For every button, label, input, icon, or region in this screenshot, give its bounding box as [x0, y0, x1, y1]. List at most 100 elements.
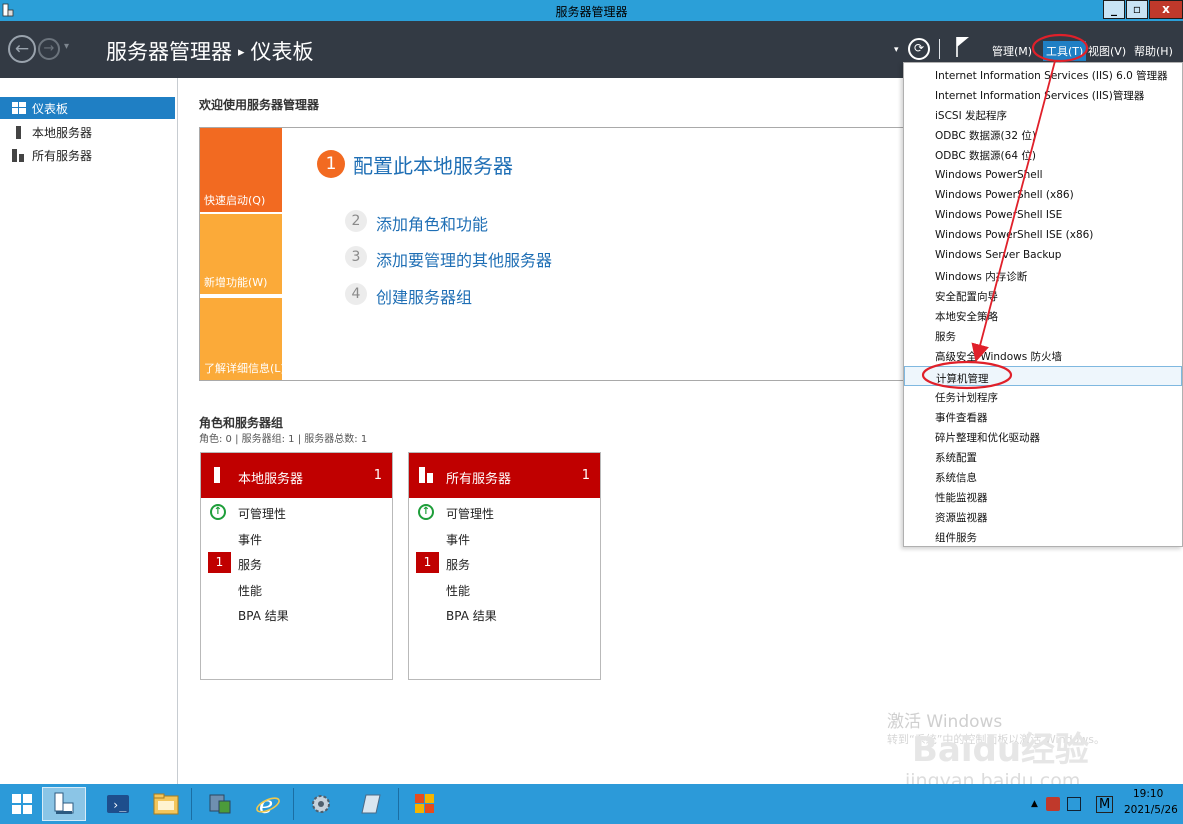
- taskbar-server-manager-icon[interactable]: [42, 787, 86, 821]
- tools-menu-item-label: Windows Server Backup: [935, 248, 1062, 261]
- breadcrumb-root[interactable]: 服务器管理器: [106, 40, 232, 64]
- card-title: 本地服务器: [238, 472, 304, 487]
- tray-network-icon[interactable]: [1046, 797, 1060, 811]
- servers-icon: [12, 149, 24, 162]
- tools-menu-item[interactable]: 组件服务: [904, 526, 1182, 546]
- menu-view[interactable]: 视图(V): [1088, 43, 1126, 59]
- tools-menu-item-label: 组件服务: [935, 532, 977, 545]
- tile-learn-more[interactable]: 了解详细信息(L): [200, 298, 285, 380]
- tools-menu-item[interactable]: Windows 内存诊断: [904, 265, 1182, 285]
- taskbar-notepad-icon[interactable]: [350, 787, 394, 821]
- tools-menu-item[interactable]: Windows PowerShell: [904, 165, 1182, 185]
- tools-menu-item[interactable]: 计算机管理: [904, 365, 1182, 386]
- step-add-other-servers[interactable]: 添加要管理的其他服务器: [376, 247, 552, 271]
- start-windows-icon[interactable]: [0, 787, 44, 821]
- tools-menu-item[interactable]: 资源监视器: [904, 506, 1182, 526]
- row-bpa-results[interactable]: BPA 结果: [446, 607, 497, 624]
- tile-label: 了解详细信息(L): [204, 362, 285, 375]
- step-number: 4: [345, 283, 367, 305]
- roles-summary: 角色: 0 | 服务器组: 1 | 服务器总数: 1: [199, 434, 368, 445]
- row-bpa-results[interactable]: BPA 结果: [238, 607, 289, 624]
- taskbar-powershell-icon[interactable]: ›_: [96, 787, 140, 821]
- tile-new-features[interactable]: 新增功能(W): [200, 214, 282, 294]
- taskbar-office-icon[interactable]: [403, 787, 447, 821]
- screen: 服务器管理器 _ ▫ x ← → ▾ 服务器管理器 ▸ 仪表板 ▾ ⟳ 管理(M) …: [0, 0, 1183, 824]
- row-services[interactable]: 服务: [446, 556, 470, 573]
- tools-menu-item-label: Windows 内存诊断: [935, 271, 1028, 283]
- header-dropdown-icon[interactable]: ▾: [894, 45, 899, 55]
- taskbar-file-explorer-icon[interactable]: [144, 787, 188, 821]
- step-number: 1: [317, 150, 345, 178]
- tools-menu-item[interactable]: 高级安全 Windows 防火墙: [904, 345, 1182, 365]
- tools-menu-item[interactable]: Internet Information Services (IIS)管理器: [904, 84, 1182, 104]
- tools-menu-item[interactable]: 性能监视器: [904, 486, 1182, 506]
- menu-help[interactable]: 帮助(H): [1134, 43, 1173, 59]
- up-arrow-status-icon: ↑: [418, 504, 434, 520]
- row-manageability[interactable]: 可管理性: [446, 505, 494, 522]
- taskbar-network-icon[interactable]: [198, 787, 242, 821]
- row-performance[interactable]: 性能: [446, 582, 470, 599]
- menu-tools[interactable]: 工具(T): [1043, 41, 1087, 61]
- clock-time[interactable]: 19:10: [1133, 788, 1163, 800]
- tools-menu-item[interactable]: 事件查看器: [904, 406, 1182, 426]
- tools-menu-item[interactable]: iSCSI 发起程序: [904, 104, 1182, 124]
- row-events[interactable]: 事件: [238, 531, 262, 548]
- sidebar-item-local-server[interactable]: 本地服务器: [0, 121, 175, 143]
- tools-menu-item[interactable]: 系统信息: [904, 466, 1182, 486]
- tools-menu-item[interactable]: 安全配置向导: [904, 285, 1182, 305]
- menu-manage[interactable]: 管理(M): [992, 43, 1032, 59]
- tools-menu-item[interactable]: 服务: [904, 325, 1182, 345]
- sidebar-item-all-servers[interactable]: 所有服务器: [0, 144, 175, 166]
- tools-menu-item[interactable]: 系统配置: [904, 446, 1182, 466]
- row-services[interactable]: 服务: [238, 556, 262, 573]
- step-number: 2: [345, 210, 367, 232]
- tools-menu-item[interactable]: Windows PowerShell ISE (x86): [904, 225, 1182, 245]
- card-header[interactable]: 所有服务器 1: [409, 453, 600, 498]
- tray-input-method[interactable]: M: [1096, 796, 1114, 813]
- tools-menu-item-label: 服务: [935, 331, 956, 344]
- notifications-flag-icon[interactable]: [955, 36, 971, 58]
- back-arrow-icon[interactable]: ←: [8, 35, 36, 63]
- minimize-button[interactable]: _: [1103, 0, 1125, 19]
- refresh-icon[interactable]: ⟳: [908, 38, 930, 60]
- card-header[interactable]: 本地服务器 1: [201, 453, 392, 498]
- tools-menu-item[interactable]: 碎片整理和优化驱动器: [904, 426, 1182, 446]
- clock-date[interactable]: 2021/5/26: [1124, 804, 1178, 816]
- step-create-server-group[interactable]: 创建服务器组: [376, 284, 472, 308]
- tools-menu-item[interactable]: Internet Information Services (IIS) 6.0 …: [904, 64, 1182, 84]
- step-add-roles-features[interactable]: 添加角色和功能: [376, 211, 488, 235]
- card-local-server: 本地服务器 1 ↑ 可管理性 事件 1 服务 性能 BPA 结果: [200, 452, 393, 680]
- services-count-badge: 1: [208, 552, 231, 573]
- tile-quick-start[interactable]: 快速启动(Q): [200, 128, 282, 212]
- tools-menu-item[interactable]: 本地安全策略: [904, 305, 1182, 325]
- row-manageability[interactable]: 可管理性: [238, 505, 286, 522]
- tray-expand-icon[interactable]: ▲: [1031, 799, 1038, 809]
- sidebar-item-dashboard[interactable]: 仪表板: [0, 97, 175, 119]
- svg-text:›_: ›_: [112, 798, 127, 812]
- breadcrumb: 服务器管理器 ▸ 仪表板: [106, 36, 314, 66]
- tools-menu-item[interactable]: ODBC 数据源(64 位): [904, 144, 1182, 164]
- row-events[interactable]: 事件: [446, 531, 470, 548]
- tools-menu-item[interactable]: Windows Server Backup: [904, 245, 1182, 265]
- tools-menu-item[interactable]: Windows PowerShell (x86): [904, 185, 1182, 205]
- taskbar-internet-explorer-icon[interactable]: e: [246, 787, 290, 821]
- taskbar-settings-gear-icon[interactable]: [299, 787, 343, 821]
- card-title: 所有服务器: [446, 472, 512, 487]
- tools-menu-item-label: 事件查看器: [935, 411, 988, 424]
- tray-volume-icon[interactable]: [1067, 797, 1081, 811]
- tools-menu-item[interactable]: Windows PowerShell ISE: [904, 205, 1182, 225]
- history-dropdown-icon[interactable]: ▾: [64, 41, 69, 52]
- tools-menu-item[interactable]: ODBC 数据源(32 位): [904, 124, 1182, 144]
- tools-menu-item[interactable]: 任务计划程序: [904, 386, 1182, 406]
- tools-menu-item-label: 计算机管理: [936, 372, 989, 385]
- forward-arrow-icon[interactable]: →: [38, 38, 60, 60]
- row-performance[interactable]: 性能: [238, 582, 262, 599]
- server-icon: [214, 467, 220, 483]
- taskbar-divider: [191, 788, 192, 820]
- step-configure-local-server[interactable]: 配置此本地服务器: [353, 150, 513, 179]
- quick-start-panel: 快速启动(Q) 新增功能(W) 了解详细信息(L) 1 配置此本地服务器 2 添…: [199, 127, 909, 381]
- tools-menu-item-label: ODBC 数据源(64 位): [935, 150, 1036, 163]
- close-button[interactable]: x: [1149, 0, 1183, 19]
- maximize-button[interactable]: ▫: [1126, 0, 1148, 19]
- servers-icon: [419, 467, 433, 483]
